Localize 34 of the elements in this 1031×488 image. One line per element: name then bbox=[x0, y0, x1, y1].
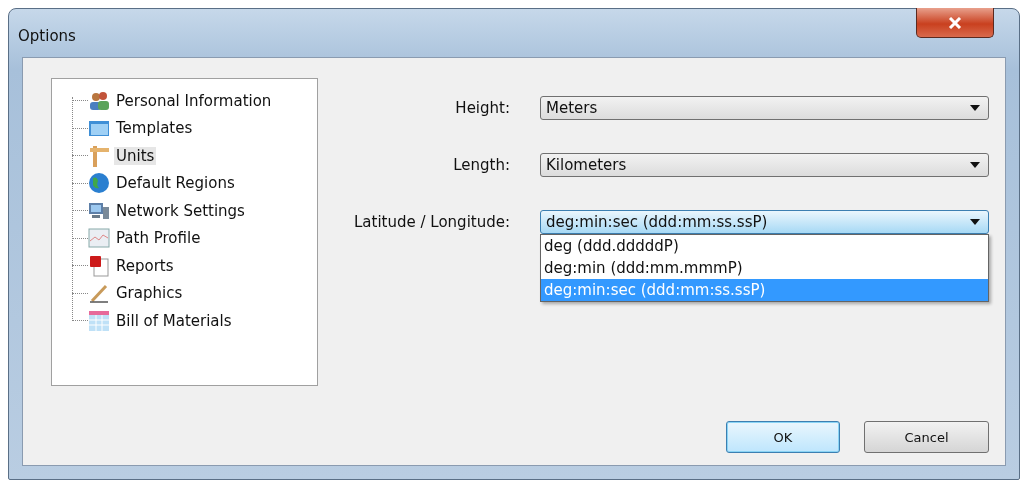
tree-item[interactable]: Default Regions bbox=[114, 174, 237, 193]
dropdown[interactable]: Meters bbox=[540, 96, 989, 120]
dropdown-option[interactable]: deg (ddd.dddddP) bbox=[541, 235, 988, 257]
tree-item[interactable]: Graphics bbox=[114, 284, 185, 303]
folder-icon bbox=[88, 118, 110, 139]
close-icon bbox=[948, 16, 962, 29]
chart-icon bbox=[88, 227, 110, 250]
document-icon bbox=[88, 254, 110, 277]
dropdown[interactable]: deg:min:sec (ddd:mm:ss.ssP) bbox=[540, 210, 989, 234]
dropdown-arrow-icon bbox=[970, 162, 980, 168]
window-title: Options bbox=[18, 27, 76, 45]
dropdown-arrow-icon bbox=[970, 219, 980, 225]
field-label: Latitude / Longitude: bbox=[353, 213, 510, 231]
field-label: Height: bbox=[454, 99, 510, 117]
tree-item[interactable]: Templates bbox=[114, 119, 195, 138]
tree-item[interactable]: Reports bbox=[114, 256, 176, 275]
field-label: Length: bbox=[452, 156, 510, 174]
dropdown-arrow-icon bbox=[970, 105, 980, 111]
dropdown-option[interactable]: deg:min (ddd:mm.mmmP) bbox=[541, 257, 988, 279]
tree-item[interactable]: Network Settings bbox=[114, 201, 247, 220]
pencil-icon bbox=[88, 282, 110, 305]
people-icon bbox=[88, 90, 110, 111]
close-button[interactable] bbox=[916, 8, 994, 38]
tree-item[interactable]: Path Profile bbox=[114, 229, 203, 248]
table-icon bbox=[88, 309, 110, 332]
cancel-button[interactable]: Cancel bbox=[864, 421, 989, 453]
globe-icon bbox=[88, 172, 110, 195]
tree-item[interactable]: Units bbox=[114, 146, 157, 165]
dropdown[interactable]: Kilometers bbox=[540, 153, 989, 177]
computer-icon bbox=[88, 200, 110, 221]
signpost-icon bbox=[88, 144, 110, 167]
tree-item[interactable]: Bill of Materials bbox=[114, 311, 234, 330]
ok-button[interactable]: OK bbox=[726, 421, 840, 453]
tree-item[interactable]: Personal Information bbox=[114, 91, 274, 110]
